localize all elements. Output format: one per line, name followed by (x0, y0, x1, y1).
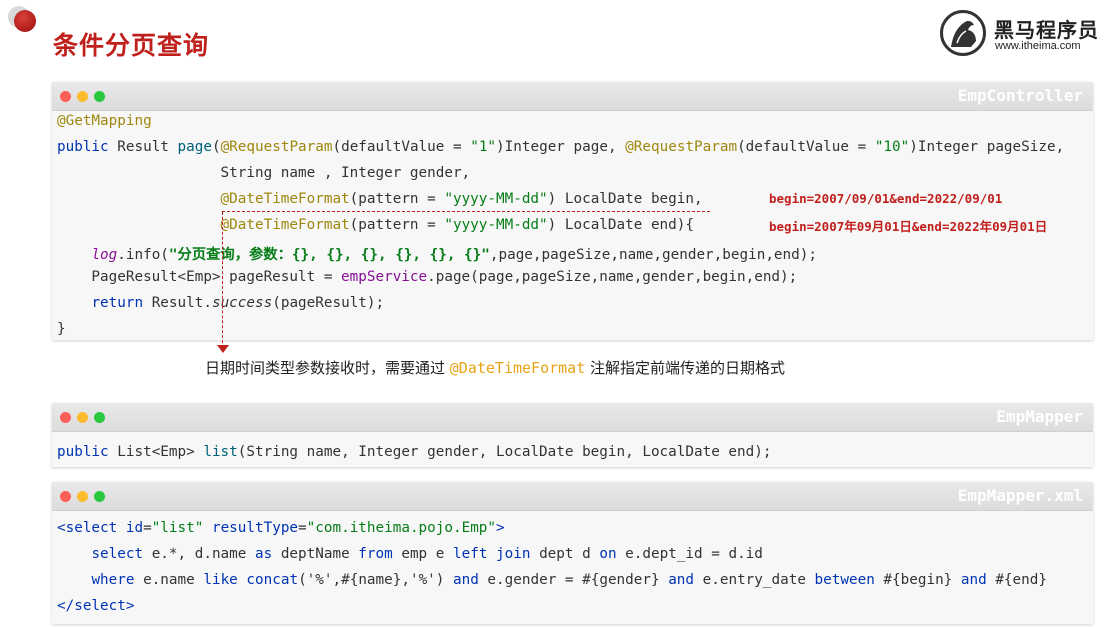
xml-code-panel: EmpMapper.xml <select id="list" resultTy… (52, 482, 1093, 624)
minimize-dot-icon (77, 491, 88, 502)
explanation-caption: 日期时间类型参数接收时，需要通过 @DateTimeFormat 注解指定前端传… (205, 359, 786, 377)
logo-url: www.itheima.com (995, 40, 1081, 52)
date-format-note-chinese: begin=2007年09月01日&end=2022年09月01日 (769, 219, 1048, 234)
mapper-file-name: EmpMapper (996, 407, 1083, 426)
code-line: </select> (57, 598, 135, 614)
xml-file-name: EmpMapper.xml (957, 486, 1083, 505)
close-dot-icon (60, 491, 71, 502)
mapper-panel-titlebar: EmpMapper (52, 403, 1093, 432)
page-title: 条件分页查询 (53, 31, 210, 60)
close-dot-icon (60, 412, 71, 423)
maximize-dot-icon (94, 412, 105, 423)
controller-file-name: EmpController (957, 86, 1083, 105)
code-line: public List<Emp> list(String name, Integ… (57, 444, 772, 460)
minimize-dot-icon (77, 91, 88, 102)
xml-panel-titlebar: EmpMapper.xml (52, 482, 1093, 511)
callout-dashed-line (222, 211, 710, 212)
code-line: @DateTimeFormat(pattern = "yyyy-MM-dd") … (220, 191, 703, 207)
code-line: @DateTimeFormat(pattern = "yyyy-MM-dd") … (220, 217, 694, 233)
close-dot-icon (60, 91, 71, 102)
controller-panel-titlebar: EmpController (52, 82, 1093, 111)
maximize-dot-icon (94, 91, 105, 102)
code-line: } (57, 321, 66, 337)
mapper-code-panel: EmpMapper public List<Emp> list(String n… (52, 403, 1093, 467)
logo: 黑马程序员 www.itheima.com (940, 10, 1105, 58)
arrow-down-icon (217, 345, 229, 353)
maximize-dot-icon (94, 491, 105, 502)
slide-bullet (14, 10, 36, 32)
code-line: String name , Integer gender, (57, 165, 471, 181)
code-line: where e.name like concat('%',#{name},'%'… (91, 572, 1047, 588)
code-line: PageResult<Emp> pageResult = empService.… (57, 269, 798, 285)
code-line: select e.*, d.name as deptName from emp … (91, 546, 763, 562)
minimize-dot-icon (77, 412, 88, 423)
date-format-note-slash: begin=2007/09/01&end=2022/09/01 (769, 191, 1003, 206)
code-line: @GetMapping (57, 113, 152, 129)
code-line: log.info("分页查询，参数：{}, {}, {}, {}, {}, {}… (91, 247, 817, 263)
code-line: public Result page(@RequestParam(default… (57, 139, 1065, 155)
code-line: <select id="list" resultType="com.itheim… (57, 520, 505, 536)
code-line: return Result.success(pageResult); (91, 295, 385, 311)
callout-dashed-arrow (222, 212, 223, 348)
logo-name: 黑马程序员 (994, 18, 1099, 42)
horse-logo-icon (940, 10, 986, 56)
